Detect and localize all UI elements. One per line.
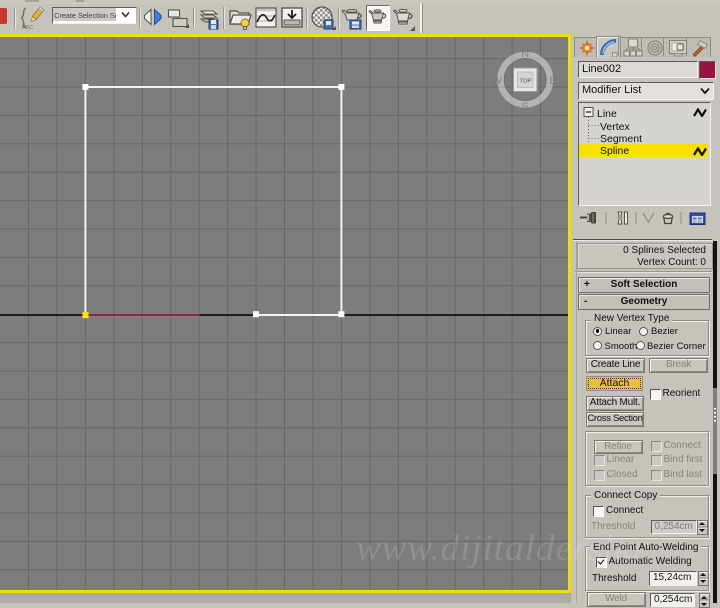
svg-text:N: N bbox=[521, 48, 529, 60]
svg-text:E: E bbox=[549, 75, 556, 87]
svg-text:W: W bbox=[492, 75, 503, 87]
svg-text:S: S bbox=[522, 101, 529, 113]
svg-text:TOP: TOP bbox=[519, 78, 531, 84]
svg-text:ABC: ABC bbox=[22, 25, 33, 31]
